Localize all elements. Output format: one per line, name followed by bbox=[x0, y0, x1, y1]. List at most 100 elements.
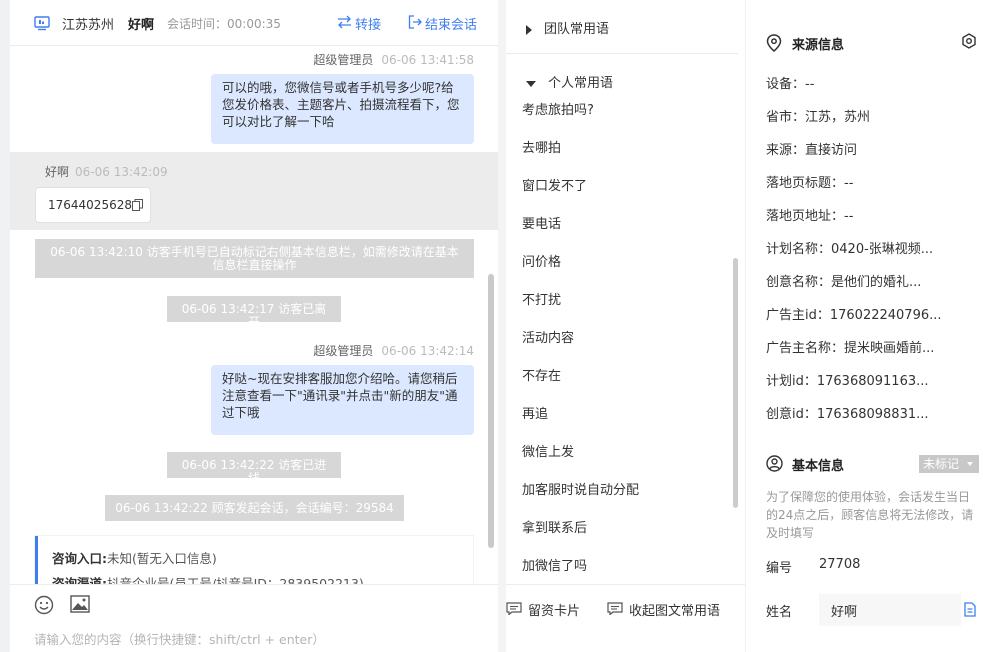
phrase-item[interactable]: 加微信了吗 bbox=[522, 556, 732, 572]
system-message: 06-06 13:42:22 访客已进线 bbox=[167, 452, 341, 485]
field-plan-id: 计划id：176368091163... bbox=[766, 374, 929, 389]
sender-name: 超级管理员 bbox=[313, 53, 374, 67]
consult-channel-label: 咨询渠道: bbox=[52, 576, 107, 584]
consult-entry-row: 咨询入口:未知(暂无入口信息) bbox=[52, 546, 459, 571]
chat-scroll-track bbox=[498, 0, 506, 652]
basic-info-title: 基本信息 bbox=[766, 455, 844, 474]
collapse-phrases-button[interactable]: 收起图文常用语 bbox=[607, 600, 720, 619]
tag-dropdown[interactable]: 未标记 bbox=[919, 455, 979, 473]
phrase-item[interactable]: 窗口发不了 bbox=[522, 176, 732, 214]
message-list[interactable]: 超级管理员 06-06 13:41:58 可以的哦，您微信号或者手机号多少呢?给您… bbox=[10, 46, 498, 584]
card-icon bbox=[506, 602, 522, 615]
message-input[interactable] bbox=[34, 632, 474, 647]
personal-phrases-group[interactable]: 个人常用语 bbox=[526, 72, 613, 91]
chat-header: 江苏苏州 好啊 会话时间：00:00:35 转接 结束会话 bbox=[10, 0, 498, 46]
visitor-message-text: 17644025628 bbox=[48, 198, 132, 212]
caret-right-icon bbox=[526, 24, 532, 35]
message-composer bbox=[10, 584, 498, 652]
name-label: 姓名 bbox=[766, 605, 793, 620]
session-time: 会话时间：00:00:35 bbox=[167, 17, 281, 31]
phrases-panel: 团队常用语 个人常用语 考虑旅拍吗? 去哪拍 窗口发不了 要电话 问价格 不打扰… bbox=[506, 0, 745, 652]
field-advertiser-id: 广告主id：176022240796... bbox=[766, 308, 942, 323]
transfer-label: 转接 bbox=[355, 18, 382, 33]
consult-channel-row: 咨询渠道:抖音企业号(员工号/抖音号ID：2839502213) bbox=[52, 571, 459, 584]
consult-entry-value: 未知(暂无入口信息) bbox=[107, 551, 217, 566]
phrase-list[interactable]: 考虑旅拍吗? 去哪拍 窗口发不了 要电话 问价格 不打扰 活动内容 不存在 再追… bbox=[522, 100, 732, 572]
tag-dropdown-label: 未标记 bbox=[923, 457, 960, 471]
edit-notice: 为了保障您的使用体验，会话发生当日的24点之后，顾客信息将无法修改，请及时填写 bbox=[766, 490, 974, 540]
phrase-item[interactable]: 拿到联系后 bbox=[522, 518, 732, 556]
document-edit-icon[interactable] bbox=[964, 602, 976, 617]
consult-channel-value: 抖音企业号(员工号/抖音号ID：2839502213) bbox=[107, 576, 364, 584]
group-divider bbox=[506, 53, 738, 54]
message-meta: 好啊 06-06 13:42:09 bbox=[45, 163, 168, 180]
sender-name: 超级管理员 bbox=[313, 344, 374, 358]
phrase-item[interactable]: 微信上发 bbox=[522, 442, 732, 480]
personal-phrases-label: 个人常用语 bbox=[548, 76, 614, 91]
phrase-scrollbar[interactable] bbox=[733, 258, 738, 508]
field-device: 设备：-- bbox=[766, 77, 815, 92]
field-origin: 来源：直接访问 bbox=[766, 143, 858, 158]
caret-down-icon bbox=[526, 80, 536, 87]
transfer-button[interactable]: 转接 bbox=[337, 14, 381, 33]
system-message: 06-06 13:42:10 访客手机号已自动标记右侧基本信息栏，如需修改请在基… bbox=[35, 239, 474, 278]
transfer-icon bbox=[338, 15, 351, 29]
team-phrases-group[interactable]: 团队常用语 bbox=[526, 18, 609, 37]
phrase-item[interactable]: 不存在 bbox=[522, 366, 732, 404]
system-message: 06-06 13:42:22 顾客发起会话，会话编号：29584 bbox=[105, 495, 404, 521]
source-info-title: 来源信息 bbox=[766, 34, 844, 53]
monitor-icon bbox=[34, 16, 50, 31]
phrase-item[interactable]: 活动内容 bbox=[522, 328, 732, 366]
agent-message-bubble: 可以的哦，您微信号或者手机号多少呢?给您发价格表、主题客片、拍摄流程看下，您可以… bbox=[211, 74, 474, 144]
caret-down-icon bbox=[967, 462, 973, 466]
id-value: 27708 bbox=[819, 557, 861, 572]
message-meta: 超级管理员 06-06 13:42:14 bbox=[313, 342, 474, 359]
field-landing-title: 落地页标题：-- bbox=[766, 176, 854, 191]
consult-entry-label: 咨询入口: bbox=[52, 551, 107, 566]
field-landing-url: 落地页地址：-- bbox=[766, 209, 854, 224]
visitor-name: 好啊 bbox=[128, 18, 155, 33]
field-province: 省市：江苏，苏州 bbox=[766, 110, 871, 125]
message-meta: 超级管理员 06-06 13:41:58 bbox=[313, 51, 474, 68]
copy-icon[interactable] bbox=[132, 199, 143, 211]
phrase-item[interactable]: 加客服时说自动分配 bbox=[522, 480, 732, 518]
consult-info-card: 咨询入口:未知(暂无入口信息) 咨询渠道:抖音企业号(员工号/抖音号ID：283… bbox=[35, 536, 473, 584]
settings-icon[interactable] bbox=[961, 33, 977, 49]
collapse-phrases-label: 收起图文常用语 bbox=[629, 604, 721, 619]
field-creative-name: 创意名称：是他们的婚礼... bbox=[766, 275, 922, 290]
phrase-item[interactable]: 考虑旅拍吗? bbox=[522, 100, 732, 138]
chat-panel: 江苏苏州 好啊 会话时间：00:00:35 转接 结束会话 超级管理员 06-06… bbox=[10, 0, 498, 652]
phrase-item[interactable]: 不打扰 bbox=[522, 290, 732, 328]
end-session-button[interactable]: 结束会话 bbox=[408, 14, 477, 33]
customer-info-panel: 来源信息 设备：-- 省市：江苏，苏州 来源：直接访问 落地页标题：-- 落地页… bbox=[746, 0, 983, 652]
location-pin-icon bbox=[766, 34, 782, 52]
message-time: 06-06 13:42:09 bbox=[75, 165, 168, 179]
field-advertiser-name: 广告主名称：提米映画婚前... bbox=[766, 341, 935, 356]
phrase-item[interactable]: 要电话 bbox=[522, 214, 732, 252]
exit-icon bbox=[408, 15, 422, 29]
message-time: 06-06 13:42:14 bbox=[381, 344, 474, 358]
phrase-footer: 留资卡片 收起图文常用语 bbox=[506, 584, 745, 652]
phrase-item[interactable]: 问价格 bbox=[522, 252, 732, 290]
lead-card-label: 留资卡片 bbox=[528, 604, 581, 619]
field-creative-id: 创意id：176368098831... bbox=[766, 407, 929, 422]
id-label: 编号 bbox=[766, 561, 793, 576]
message-icon bbox=[607, 602, 623, 615]
source-info-label: 来源信息 bbox=[792, 38, 845, 53]
message-time: 06-06 13:41:58 bbox=[381, 53, 474, 67]
name-field[interactable] bbox=[819, 594, 961, 626]
phrase-item[interactable]: 去哪拍 bbox=[522, 138, 732, 176]
team-phrases-label: 团队常用语 bbox=[544, 22, 610, 37]
emoji-icon[interactable] bbox=[34, 595, 54, 615]
field-plan-name: 计划名称：0420-张琳视频... bbox=[766, 242, 934, 257]
image-icon[interactable] bbox=[70, 595, 90, 613]
chat-scrollbar[interactable] bbox=[488, 274, 494, 548]
visitor-message-bubble[interactable]: 17644025628 bbox=[35, 187, 151, 223]
agent-message-bubble: 好哒~现在安排客服加您介绍哈。请您稍后注意查看一下"通讯录"并点击"新的朋友"通… bbox=[211, 365, 474, 435]
basic-info-label: 基本信息 bbox=[792, 459, 845, 474]
end-session-label: 结束会话 bbox=[425, 18, 478, 33]
lead-card-button[interactable]: 留资卡片 bbox=[506, 600, 580, 619]
phrase-item[interactable]: 再追 bbox=[522, 404, 732, 442]
visitor-location: 江苏苏州 bbox=[62, 18, 115, 33]
user-icon bbox=[766, 455, 783, 472]
